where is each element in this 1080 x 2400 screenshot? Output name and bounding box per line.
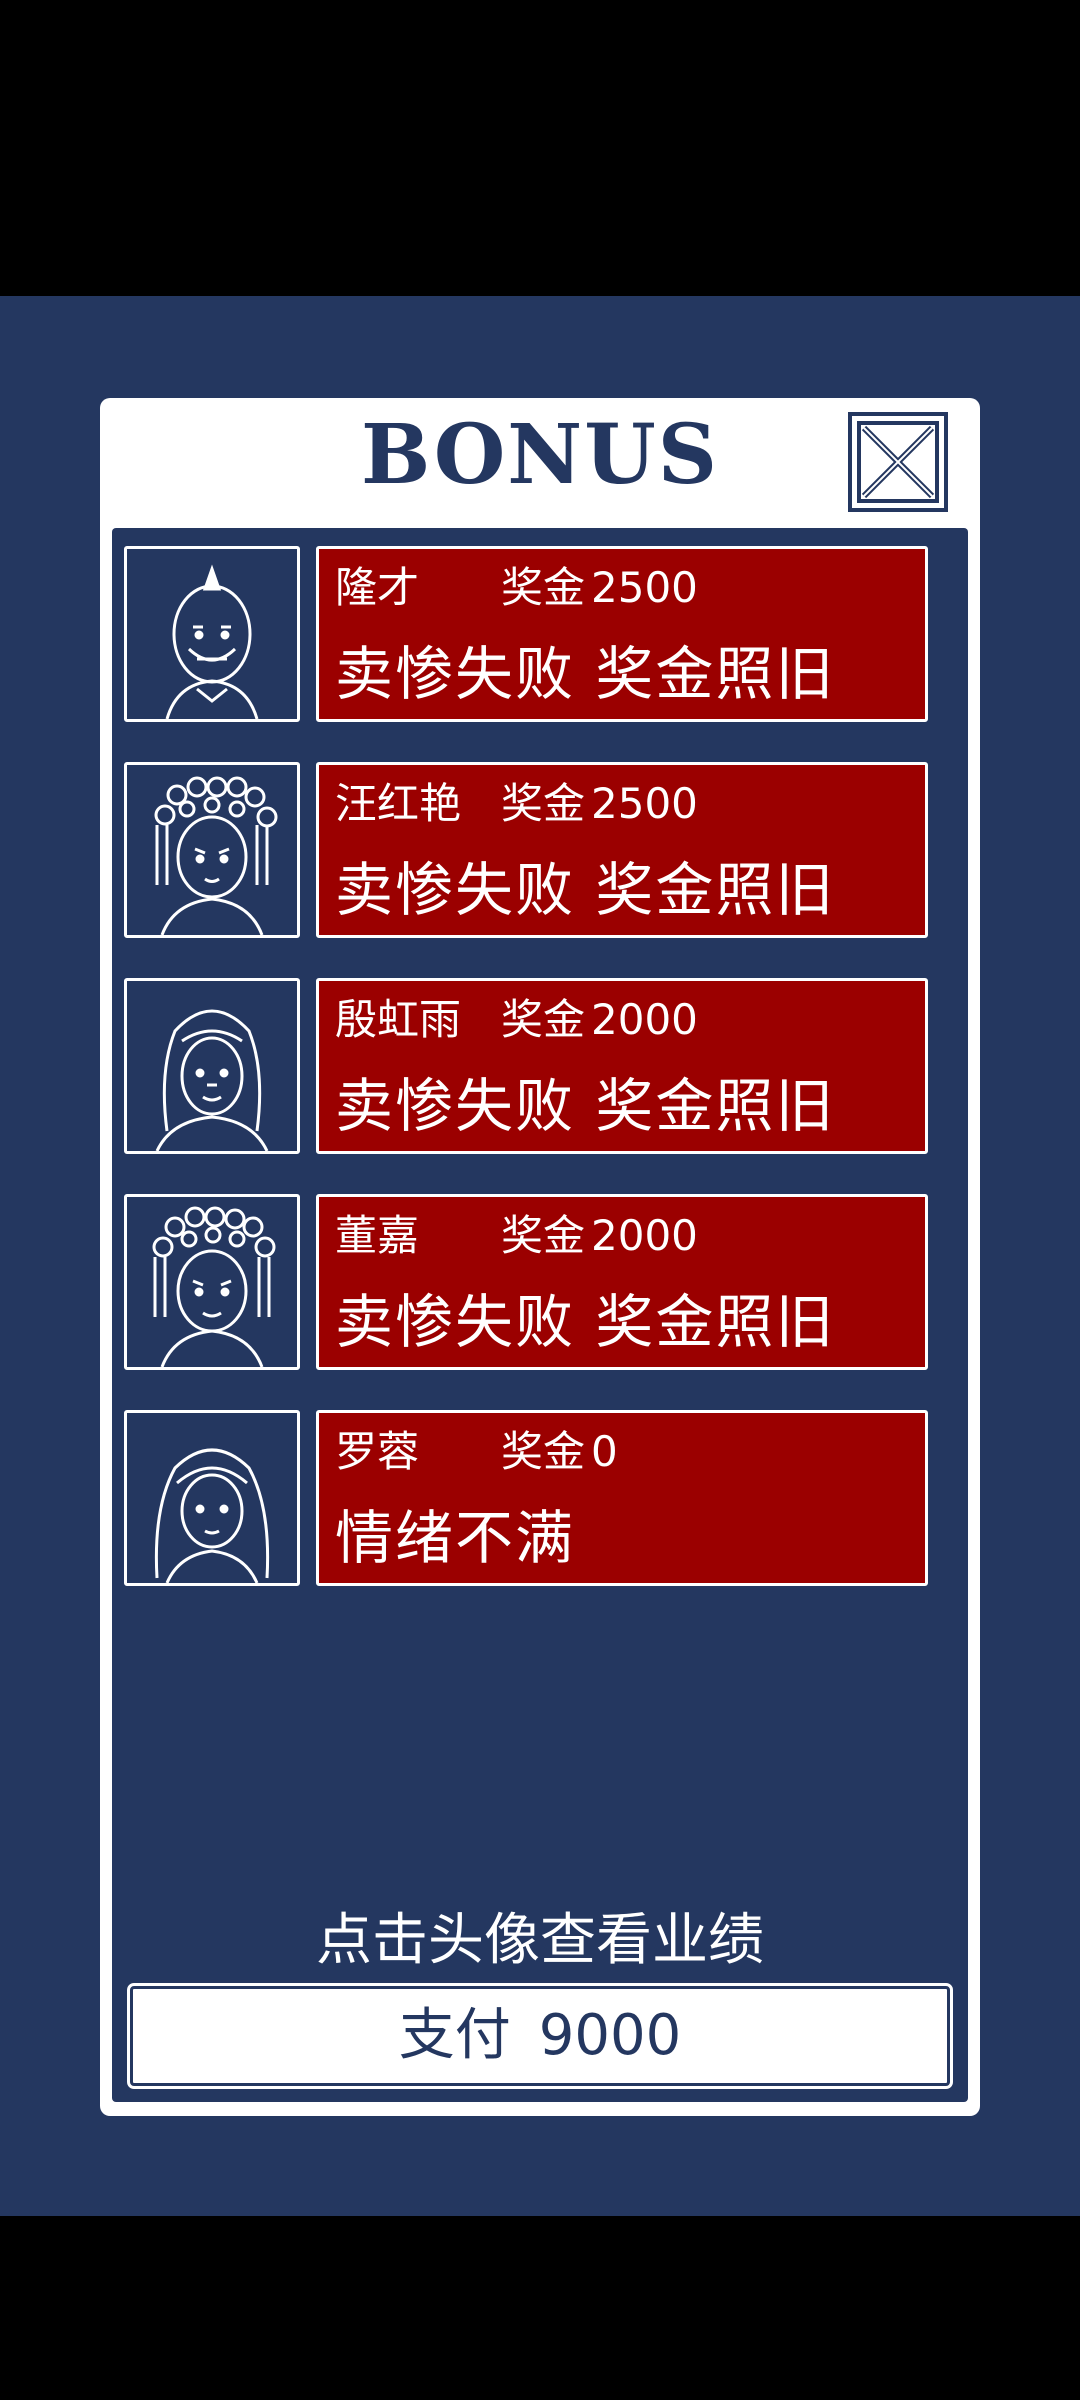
employee-name: 隆才 — [335, 563, 420, 612]
employee-name: 罗蓉 — [335, 1427, 420, 1476]
employee-status: 卖惨失败 奖金照旧 — [335, 856, 836, 924]
employee-bonus: 奖金 2000 — [501, 1211, 698, 1261]
bonus-value: 2000 — [591, 1211, 698, 1260]
bonus-label: 奖金 — [501, 1427, 586, 1476]
employee-name: 殷虹雨 — [335, 995, 462, 1044]
employee-row: 隆才 奖金 2500 卖惨失败 奖金照旧 — [124, 546, 928, 722]
pay-button[interactable]: 支付 9000 — [127, 1983, 953, 2089]
employee-status: 卖惨失败 奖金照旧 — [335, 1072, 836, 1140]
employee-info-card: 殷虹雨 奖金 2000 卖惨失败 奖金照旧 — [316, 978, 928, 1154]
bonus-value: 2500 — [591, 779, 698, 828]
hint-text: 点击头像查看业绩 — [316, 1908, 764, 1973]
employee-status: 卖惨失败 奖金照旧 — [335, 640, 836, 708]
employee-status: 卖惨失败 奖金照旧 — [335, 1288, 836, 1356]
employee-portrait[interactable] — [124, 546, 300, 722]
bald-man-portrait-icon — [165, 564, 259, 719]
bonus-value: 2500 — [591, 563, 698, 612]
pay-amount: 9000 — [538, 2003, 682, 2068]
employee-portrait[interactable] — [124, 762, 300, 938]
opera-woman-portrait-icon — [154, 776, 278, 935]
employee-info-card: 汪红艳 奖金 2500 卖惨失败 奖金照旧 — [316, 762, 928, 938]
long-hair-woman-portrait-icon — [155, 1009, 269, 1151]
employee-portrait[interactable] — [124, 978, 300, 1154]
employee-row: 殷虹雨 奖金 2000 卖惨失败 奖金照旧 — [124, 978, 928, 1154]
bonus-label: 奖金 — [501, 779, 586, 828]
bonus-value: 2000 — [591, 995, 698, 1044]
close-button[interactable] — [848, 412, 948, 512]
employee-name: 汪红艳 — [335, 779, 462, 828]
bonus-label: 奖金 — [501, 1211, 586, 1260]
employee-bonus: 奖金 2500 — [501, 563, 698, 613]
employee-name: 董嘉 — [335, 1211, 420, 1260]
bonus-label: 奖金 — [501, 563, 586, 612]
bonus-dialog: BONUS 隆才 奖金 2500 卖惨失败 奖金照旧 汪红艳 奖金 2500 卖… — [100, 398, 980, 2116]
employee-info-card: 罗蓉 奖金 0 情绪不满 — [316, 1410, 928, 1586]
long-hair-woman-portrait-icon — [154, 1448, 270, 1583]
employee-bonus: 奖金 0 — [501, 1427, 618, 1477]
employee-info-card: 董嘉 奖金 2000 卖惨失败 奖金照旧 — [316, 1194, 928, 1370]
employee-bonus: 奖金 2000 — [501, 995, 698, 1045]
opera-woman-portrait-icon — [152, 1206, 276, 1367]
employee-status: 情绪不满 — [335, 1504, 576, 1572]
close-x-icon — [857, 421, 939, 503]
employee-row: 罗蓉 奖金 0 情绪不满 — [124, 1410, 928, 1586]
bonus-label: 奖金 — [501, 995, 586, 1044]
employee-portrait[interactable] — [124, 1410, 300, 1586]
employee-info-card: 隆才 奖金 2500 卖惨失败 奖金照旧 — [316, 546, 928, 722]
employee-bonus: 奖金 2500 — [501, 779, 698, 829]
bonus-value: 0 — [591, 1427, 618, 1476]
employee-portrait[interactable] — [124, 1194, 300, 1370]
employee-list-panel: 隆才 奖金 2500 卖惨失败 奖金照旧 汪红艳 奖金 2500 卖惨失败 奖金… — [112, 528, 968, 2102]
pay-label: 支付 — [398, 2003, 511, 2068]
employee-row: 董嘉 奖金 2000 卖惨失败 奖金照旧 — [124, 1194, 928, 1370]
employee-row: 汪红艳 奖金 2500 卖惨失败 奖金照旧 — [124, 762, 928, 938]
